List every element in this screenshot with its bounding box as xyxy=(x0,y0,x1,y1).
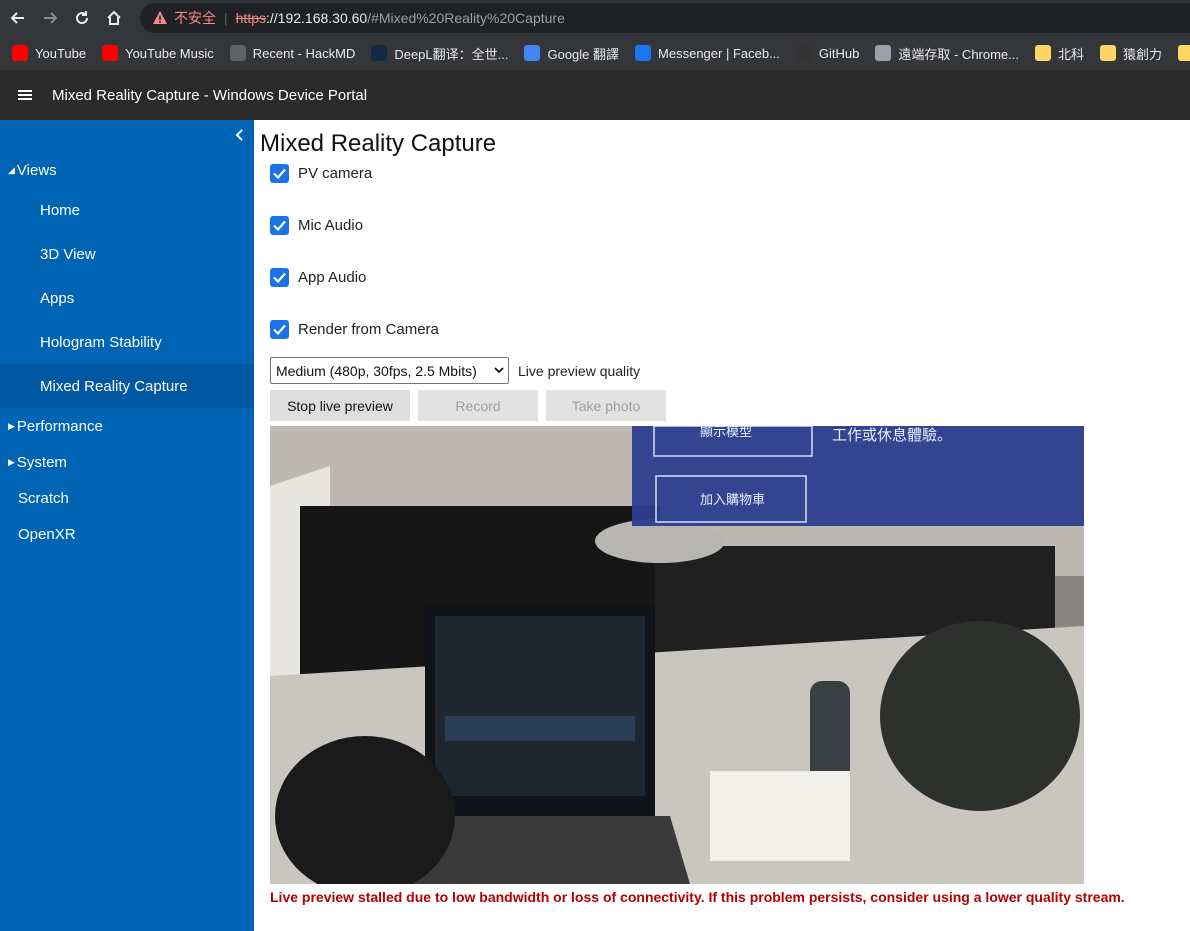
bookmark-item[interactable]: 遠端存取 - Chrome... xyxy=(875,44,1019,63)
status-message: Live preview stalled due to low bandwidt… xyxy=(270,889,1125,905)
app-audio-checkbox-row[interactable]: App Audio xyxy=(270,268,366,287)
bookmark-label: 猿創力 xyxy=(1123,46,1163,62)
app-header: Mixed Reality Capture - Windows Device P… xyxy=(0,70,1190,120)
github-icon xyxy=(795,45,812,61)
warning-icon[interactable] xyxy=(152,10,168,26)
bookmark-item[interactable]: Google 翻譯 xyxy=(524,44,619,63)
checkbox-label: Render from Camera xyxy=(298,321,439,338)
sidebar-item-label: Mixed Reality Capture xyxy=(40,377,188,395)
google-translate-icon xyxy=(524,45,541,61)
facebook-icon xyxy=(635,45,652,61)
back-arrow-icon[interactable] xyxy=(4,4,32,32)
render-from-camera-checkbox[interactable] xyxy=(270,320,289,339)
preview-overlay-cart-text: 加入購物車 xyxy=(700,493,765,508)
collapsed-triangle-icon: ▶ xyxy=(8,421,15,431)
mic-audio-checkbox-row[interactable]: Mic Audio xyxy=(270,216,363,235)
quality-label: Live preview quality xyxy=(518,362,641,379)
mic-audio-checkbox[interactable] xyxy=(270,216,289,235)
bookmark-item[interactable]: 猿創力 xyxy=(1100,44,1162,63)
sidebar-item-home[interactable]: Home xyxy=(0,188,254,232)
document-icon xyxy=(229,45,246,61)
sidebar-group-system[interactable]: ▶ System xyxy=(8,454,67,471)
pv-camera-checkbox[interactable] xyxy=(270,164,289,183)
page-title: Mixed Reality Capture xyxy=(260,130,497,157)
folder-icon xyxy=(1178,45,1190,61)
quality-row: Medium (480p, 30fps, 2.5 Mbits) Live pre… xyxy=(270,357,640,384)
address-bar[interactable]: 不安全 | https://192.168.30.60/#Mixed%20Rea… xyxy=(140,3,1190,33)
collapse-sidebar-icon[interactable] xyxy=(234,128,244,146)
bookmark-label: Recent - HackMD xyxy=(252,45,356,61)
url-host: ://192.168.30.60 xyxy=(266,10,368,26)
bookmark-label: YouTube xyxy=(35,45,87,61)
sidebar-item-openxr[interactable]: OpenXR xyxy=(18,526,76,543)
sidebar-item-label: Home xyxy=(40,201,81,219)
youtube-icon xyxy=(12,45,28,61)
sidebar-group-performance[interactable]: ▶ Performance xyxy=(8,418,103,435)
sidebar-item-mixed-reality-capture[interactable]: Mixed Reality Capture xyxy=(0,364,254,408)
url-path: /#Mixed%20Reality%20Capture xyxy=(367,10,565,26)
sidebar-item-label: Hologram Stability xyxy=(40,333,162,351)
collapsed-triangle-icon: ▶ xyxy=(8,457,15,467)
sidebar-item-label: 3D View xyxy=(40,245,96,263)
youtube-music-icon xyxy=(102,45,119,61)
bookmark-item[interactable]: 大學 xyxy=(1178,44,1190,63)
record-button[interactable]: Record xyxy=(418,390,538,421)
expanded-triangle-icon: ◢ xyxy=(8,165,15,175)
stop-live-preview-button[interactable]: Stop live preview xyxy=(270,390,410,421)
sidebar-group-views[interactable]: ◢ Views xyxy=(8,162,57,179)
sidebar-item-hologram-stability[interactable]: Hologram Stability xyxy=(0,320,254,364)
app-title: Mixed Reality Capture - Windows Device P… xyxy=(52,86,368,104)
main-content: Mixed Reality Capture PV camera Mic Audi… xyxy=(254,120,1190,931)
chevron-down-icon xyxy=(494,367,504,374)
sidebar: ◢ Views Home 3D View Apps Hologram Stabi… xyxy=(0,120,254,931)
omnibox-separator: | xyxy=(224,10,228,26)
bookmark-item[interactable]: DeepL翻译：全世... xyxy=(371,44,508,63)
home-icon[interactable] xyxy=(100,4,128,32)
checkbox-label: App Audio xyxy=(298,269,367,286)
url-scheme: https xyxy=(235,10,266,26)
quality-select[interactable]: Medium (480p, 30fps, 2.5 Mbits) xyxy=(270,357,509,384)
folder-icon xyxy=(1100,45,1117,61)
sidebar-group-label: Views xyxy=(16,162,57,179)
remote-desktop-icon xyxy=(875,45,892,61)
security-label[interactable]: 不安全 xyxy=(174,8,216,28)
preview-overlay-left-text: 顯示模型 xyxy=(700,426,752,440)
deepl-icon xyxy=(371,45,388,61)
bookmark-item[interactable]: GitHub xyxy=(795,45,860,61)
bookmark-item[interactable]: Messenger | Faceb... xyxy=(635,45,780,61)
bookmarks-bar: YouTube YouTube Music Recent - HackMD DeepL… xyxy=(0,36,1190,70)
quality-select-value: Medium (480p, 30fps, 2.5 Mbits) xyxy=(276,362,477,379)
bookmark-item[interactable]: YouTube Music xyxy=(102,45,214,61)
bookmark-label: 遠端存取 - Chrome... xyxy=(898,46,1019,62)
sidebar-item-apps[interactable]: Apps xyxy=(0,276,254,320)
preview-overlay-right-text: 工作或休息體驗。 xyxy=(832,426,952,444)
reload-icon[interactable] xyxy=(68,4,96,32)
browser-toolbar: 不安全 | https://192.168.30.60/#Mixed%20Rea… xyxy=(0,0,1190,36)
take-photo-button[interactable]: Take photo xyxy=(546,390,666,421)
menu-icon[interactable] xyxy=(18,88,32,102)
folder-icon xyxy=(1035,45,1051,61)
bookmark-label: YouTube Music xyxy=(125,45,214,61)
sidebar-group-label: Performance xyxy=(16,418,103,435)
bookmark-item[interactable]: Recent - HackMD xyxy=(229,45,356,61)
bookmark-item[interactable]: 北科 xyxy=(1035,44,1084,63)
bookmark-item[interactable]: YouTube xyxy=(12,45,86,61)
checkbox-label: Mic Audio xyxy=(298,217,364,234)
bookmark-label: DeepL翻译：全世... xyxy=(394,46,509,62)
sidebar-item-scratch[interactable]: Scratch xyxy=(18,490,69,507)
bookmark-label: 北科 xyxy=(1058,46,1085,62)
bookmark-label: Google 翻譯 xyxy=(547,46,620,62)
sidebar-item-3d-view[interactable]: 3D View xyxy=(0,232,254,276)
checkbox-label: PV camera xyxy=(298,165,373,182)
forward-arrow-icon[interactable] xyxy=(36,4,64,32)
live-preview-video[interactable]: 顯示模型 工作或休息體驗。 加入購物車 xyxy=(270,426,1084,884)
app-audio-checkbox[interactable] xyxy=(270,268,289,287)
bookmark-label: GitHub xyxy=(818,45,860,61)
sidebar-item-label: Apps xyxy=(40,289,75,307)
pv-camera-checkbox-row[interactable]: PV camera xyxy=(270,164,372,183)
bookmark-label: Messenger | Faceb... xyxy=(658,45,780,61)
preview-frame: 顯示模型 工作或休息體驗。 加入購物車 xyxy=(270,426,1084,884)
sidebar-group-label: System xyxy=(16,454,67,471)
render-from-camera-checkbox-row[interactable]: Render from Camera xyxy=(270,320,439,339)
